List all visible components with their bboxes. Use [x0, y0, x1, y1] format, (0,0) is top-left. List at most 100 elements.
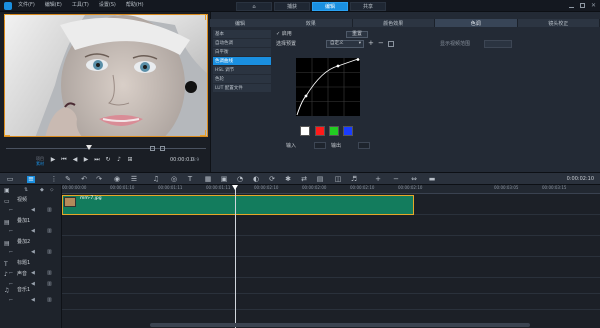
mute-icon[interactable]: ◀ [31, 270, 35, 276]
timeline-clip[interactable] [62, 195, 414, 215]
scrub-bar[interactable] [6, 148, 206, 149]
effect-color-wheel[interactable]: 色轮 [213, 75, 271, 83]
multi-camera-icon[interactable]: ▣ [220, 176, 228, 183]
effect-basic[interactable]: 基本 [213, 30, 271, 38]
mark-out-icon[interactable] [160, 146, 165, 151]
mark-in-icon[interactable] [150, 146, 155, 151]
tab-share[interactable]: 共享 [350, 2, 386, 11]
channel-red-swatch[interactable] [315, 126, 325, 136]
mute-icon[interactable]: ◀ [31, 228, 35, 234]
chapter-icon[interactable]: ◆ [40, 187, 44, 193]
crop-corner-icon[interactable] [4, 130, 10, 136]
ripple-icon[interactable]: ▥ [47, 281, 52, 287]
audio-ducking-icon[interactable]: ♬ [350, 176, 358, 183]
scrub-handle[interactable] [86, 145, 92, 150]
mute-icon[interactable]: ◀ [31, 297, 35, 303]
timeline-zoom-slider[interactable]: ▬ [428, 176, 436, 183]
ripple-icon[interactable]: ▥ [47, 297, 52, 303]
menu-edit[interactable]: 编辑(E) [45, 3, 62, 8]
scale-icon[interactable]: ⊞ [127, 157, 133, 163]
crop-corner-icon[interactable] [200, 130, 206, 136]
timeline-scrollbar[interactable] [150, 323, 530, 327]
playhead-marker[interactable] [232, 185, 238, 190]
menu-file[interactable]: 文件(F) [18, 3, 35, 8]
link-icon[interactable]: ⌐ [9, 207, 13, 213]
tone-curve-editor[interactable] [296, 58, 360, 116]
split-screen-icon[interactable]: ▦ [204, 176, 212, 183]
mixer-icon[interactable]: ☰ [130, 176, 138, 183]
add-preset-icon[interactable]: + [368, 40, 374, 47]
volume-icon[interactable]: ♪ [116, 157, 122, 163]
crop-corner-icon[interactable] [4, 14, 10, 20]
tab-capture[interactable]: 捕获 [274, 2, 310, 11]
play-icon[interactable]: ▶ [50, 157, 56, 163]
maximize-icon[interactable] [579, 3, 585, 8]
output-field[interactable] [358, 142, 370, 149]
auto-music-icon[interactable]: ♫ [152, 176, 160, 183]
link-icon[interactable]: ⌐ [9, 249, 13, 255]
tab-effects[interactable]: 效果 [270, 19, 353, 27]
home-tab-icon[interactable]: ⌂ [236, 2, 272, 11]
preset-select[interactable]: 自定义 ▾ [326, 40, 364, 48]
effect-tone-curve[interactable]: 色调曲线 [213, 57, 271, 65]
insert-track-icon[interactable]: ⇅ [24, 187, 28, 193]
template-icon[interactable]: ▤ [316, 176, 324, 183]
zoom-out-icon[interactable]: − [392, 176, 400, 183]
link-icon[interactable]: ⌐ [9, 297, 13, 303]
ripple-icon[interactable]: ▥ [47, 249, 52, 255]
effect-white-balance[interactable]: 白平衡 [213, 48, 271, 56]
tab-lens-correction[interactable]: 镜头校正 [517, 19, 600, 27]
tab-edit-options[interactable]: 编辑 [210, 19, 270, 27]
channel-blue-swatch[interactable] [343, 126, 353, 136]
redo-icon[interactable]: ↷ [95, 176, 103, 183]
apply-checkbox[interactable]: ✓ 启用 [276, 32, 292, 37]
repeat-icon[interactable]: ↻ [105, 157, 111, 163]
crop-corner-icon[interactable] [200, 14, 206, 20]
motion-track-icon[interactable]: ◎ [170, 176, 178, 183]
ripple-icon[interactable]: ▥ [47, 228, 52, 234]
link-icon[interactable]: ⌐ [9, 281, 13, 287]
subtitle-icon[interactable]: T [186, 176, 194, 183]
menu-settings[interactable]: 设置(S) [99, 3, 116, 8]
reset-button[interactable]: 重置 [346, 31, 368, 38]
track-row-music1[interactable] [62, 294, 600, 310]
remove-preset-icon[interactable]: − [378, 40, 384, 47]
replace-icon[interactable]: ⇄ [300, 176, 308, 183]
effect-hsl[interactable]: HSL 调节 [213, 66, 271, 74]
timeline-view-icon[interactable]: ≡ [27, 176, 35, 183]
effect-lut[interactable]: LUT 配置文件 [213, 84, 271, 92]
mask-creator-icon[interactable]: ◐ [252, 176, 260, 183]
mute-icon[interactable]: ◀ [31, 249, 35, 255]
end-icon[interactable]: ⏭ [94, 157, 100, 163]
link-icon[interactable]: ⌐ [9, 270, 13, 276]
track-row-overlay1[interactable] [62, 215, 600, 236]
storyboard-view-icon[interactable]: ▭ [6, 176, 14, 183]
save-preset-icon[interactable] [388, 41, 394, 47]
color-grading-icon[interactable]: ✱ [284, 176, 292, 183]
previous-frame-icon[interactable]: ◀ [72, 157, 78, 163]
channel-rgb-swatch[interactable] [300, 126, 310, 136]
preview-window[interactable] [4, 14, 208, 137]
tab-color-effects[interactable]: 颜色效果 [352, 19, 435, 27]
home-icon[interactable]: ⏮ [61, 157, 67, 163]
ripple-icon[interactable]: ▥ [47, 207, 52, 213]
ripple-icon[interactable]: ▥ [47, 270, 52, 276]
menu-help[interactable]: 帮助(H) [126, 3, 144, 8]
aspect-ratio[interactable]: 16:9 [190, 158, 199, 162]
record-icon[interactable]: ◉ [113, 176, 121, 183]
channel-green-swatch[interactable] [329, 126, 339, 136]
clip-mode-label[interactable]: 素材 [36, 162, 44, 166]
track-row-title1[interactable] [62, 257, 600, 278]
snapshot-icon[interactable]: ◫ [334, 176, 342, 183]
mute-icon[interactable]: ◀ [31, 281, 35, 287]
zoom-in-icon[interactable]: + [374, 176, 382, 183]
undo-icon[interactable]: ↶ [80, 176, 88, 183]
track-manager-icon[interactable]: ⋮ [50, 176, 58, 183]
edit-icon[interactable]: ✎ [64, 176, 72, 183]
link-icon[interactable]: ⌐ [9, 228, 13, 234]
video-range-select[interactable] [484, 40, 512, 48]
playhead-line[interactable] [235, 185, 236, 328]
track-row-overlay2[interactable] [62, 236, 600, 257]
tab-tone[interactable]: 色调 [435, 19, 518, 27]
track-row-voice[interactable] [62, 278, 600, 294]
